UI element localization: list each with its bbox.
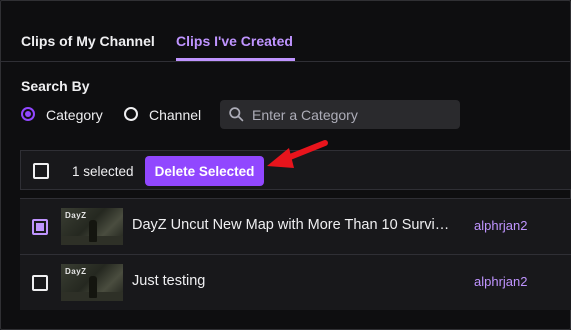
category-radio[interactable] — [21, 107, 35, 121]
select-all-checkbox[interactable] — [33, 163, 49, 179]
clip-row-checkbox[interactable] — [32, 219, 48, 235]
category-radio-label[interactable]: Category — [46, 107, 103, 123]
thumbnail-game-logo: DayZ — [65, 267, 87, 276]
clip-row[interactable]: DayZ Just testing alphrjan2 — [20, 254, 571, 310]
thumbnail-figure — [89, 276, 97, 298]
channel-radio[interactable] — [124, 107, 138, 121]
clip-row[interactable]: DayZ DayZ Uncut New Map with More Than 1… — [20, 198, 571, 254]
red-arrow-icon — [267, 140, 328, 168]
clip-title[interactable]: DayZ Uncut New Map with More Than 10 Sur… — [132, 217, 452, 233]
category-search-input[interactable] — [252, 100, 452, 129]
clips-tab-bar: Clips of My Channel Clips I've Created — [1, 1, 571, 62]
clip-author-link[interactable]: alphrjan2 — [474, 218, 528, 233]
thumbnail-game-logo: DayZ — [65, 211, 87, 220]
clip-title[interactable]: Just testing — [132, 273, 452, 289]
clip-thumbnail[interactable]: DayZ — [61, 264, 123, 301]
clip-author-link[interactable]: alphrjan2 — [474, 274, 528, 289]
active-tab-indicator — [176, 58, 295, 61]
search-by-heading: Search By — [21, 78, 90, 94]
clip-row-checkbox[interactable] — [32, 275, 48, 291]
tab-clips-of-my-channel[interactable]: Clips of My Channel — [21, 33, 155, 49]
tab-clips-ive-created[interactable]: Clips I've Created — [176, 33, 293, 49]
delete-selected-button[interactable]: Delete Selected — [145, 156, 264, 186]
thumbnail-figure — [89, 220, 97, 242]
channel-radio-label[interactable]: Channel — [149, 107, 201, 123]
search-icon — [229, 107, 244, 122]
clips-manager-panel: Clips of My Channel Clips I've Created S… — [0, 0, 571, 330]
clip-thumbnail[interactable]: DayZ — [61, 208, 123, 245]
category-search-box[interactable] — [220, 100, 460, 129]
selected-count: 1 selected — [72, 164, 134, 179]
